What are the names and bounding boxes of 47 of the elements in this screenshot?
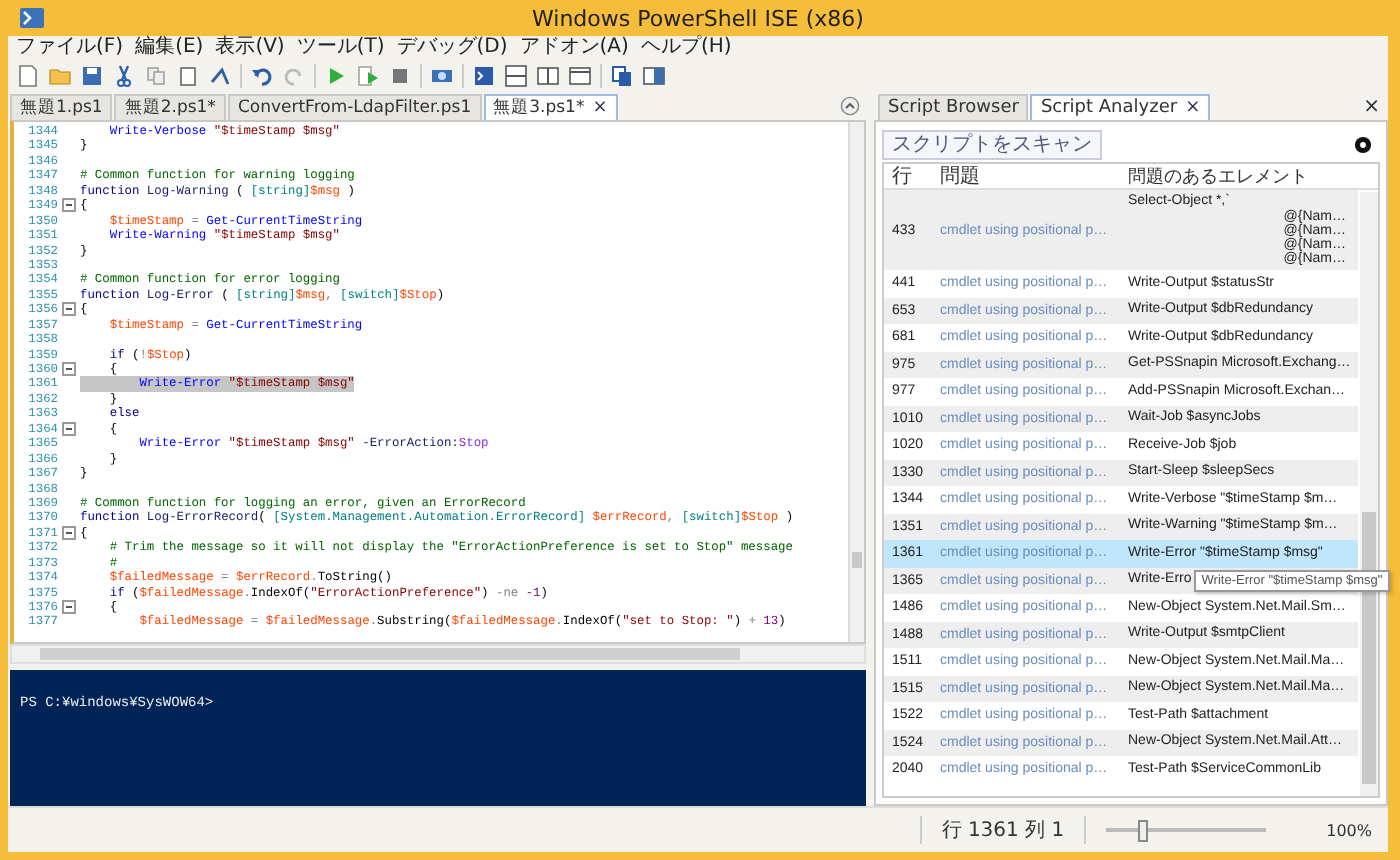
file-tab[interactable]: 無題1.ps1: [10, 94, 113, 120]
menu-item[interactable]: ファイル(F): [16, 36, 124, 60]
menu-item[interactable]: ヘルプ(H): [640, 36, 732, 60]
close-tab-button[interactable]: ×: [1185, 96, 1201, 120]
collapse-icon[interactable]: [62, 421, 76, 436]
file-tab[interactable]: 無題3.ps1* ×: [483, 94, 618, 120]
script-editor[interactable]: [10, 120, 866, 644]
panel-tab[interactable]: Script Browser: [878, 94, 1029, 120]
layout-right-icon[interactable]: [536, 64, 560, 88]
save-icon[interactable]: [80, 64, 104, 88]
stop-icon[interactable]: [388, 64, 412, 88]
close-tab-button[interactable]: ×: [592, 96, 608, 120]
scrollbar[interactable]: [10, 644, 866, 664]
run-selection-icon[interactable]: [356, 64, 380, 88]
app-icon: [20, 8, 44, 28]
console-icon[interactable]: [472, 64, 496, 88]
column-header[interactable]: 問題のあるエレメント: [1128, 163, 1378, 189]
layout-top-icon[interactable]: [504, 64, 528, 88]
cut-icon[interactable]: [112, 64, 136, 88]
menu-item[interactable]: 編集(E): [135, 36, 204, 60]
layout-max-icon[interactable]: [568, 64, 592, 88]
collapse-icon[interactable]: [62, 600, 76, 615]
scan-script-button[interactable]: スクリプトをスキャン: [882, 129, 1102, 159]
panel-tab[interactable]: Script Analyzer ×: [1030, 94, 1211, 120]
column-header[interactable]: 問題: [940, 162, 1128, 190]
file-tab[interactable]: ConvertFrom-LdapFilter.ps1: [227, 94, 482, 120]
collapse-icon[interactable]: [62, 526, 76, 541]
menu-item[interactable]: デバッグ(D): [396, 36, 508, 60]
undo-icon[interactable]: [250, 64, 274, 88]
collapse-icon[interactable]: [62, 302, 76, 317]
paste-icon[interactable]: [176, 64, 200, 88]
cursor-position: 行 1361 列 1: [919, 816, 1087, 844]
window-title: Windows PowerShell ISE (x86): [532, 5, 864, 31]
run-icon[interactable]: [324, 64, 348, 88]
close-button[interactable]: ×: [1363, 95, 1380, 117]
menu-item[interactable]: アドオン(A): [519, 36, 629, 60]
scrollbar[interactable]: [848, 122, 864, 642]
new-file-icon[interactable]: [16, 64, 40, 88]
collapse-icon[interactable]: [840, 96, 860, 116]
menu-item[interactable]: 表示(V): [215, 36, 285, 60]
zoom-level: 100%: [1326, 821, 1372, 839]
collapse-icon[interactable]: [62, 362, 76, 377]
file-tab[interactable]: 無題2.ps1*: [114, 94, 226, 120]
settings-icon[interactable]: [1354, 135, 1372, 153]
column-header[interactable]: 行: [884, 162, 940, 190]
collapse-icon[interactable]: [62, 198, 76, 213]
menu-item[interactable]: ツール(T): [296, 36, 385, 60]
